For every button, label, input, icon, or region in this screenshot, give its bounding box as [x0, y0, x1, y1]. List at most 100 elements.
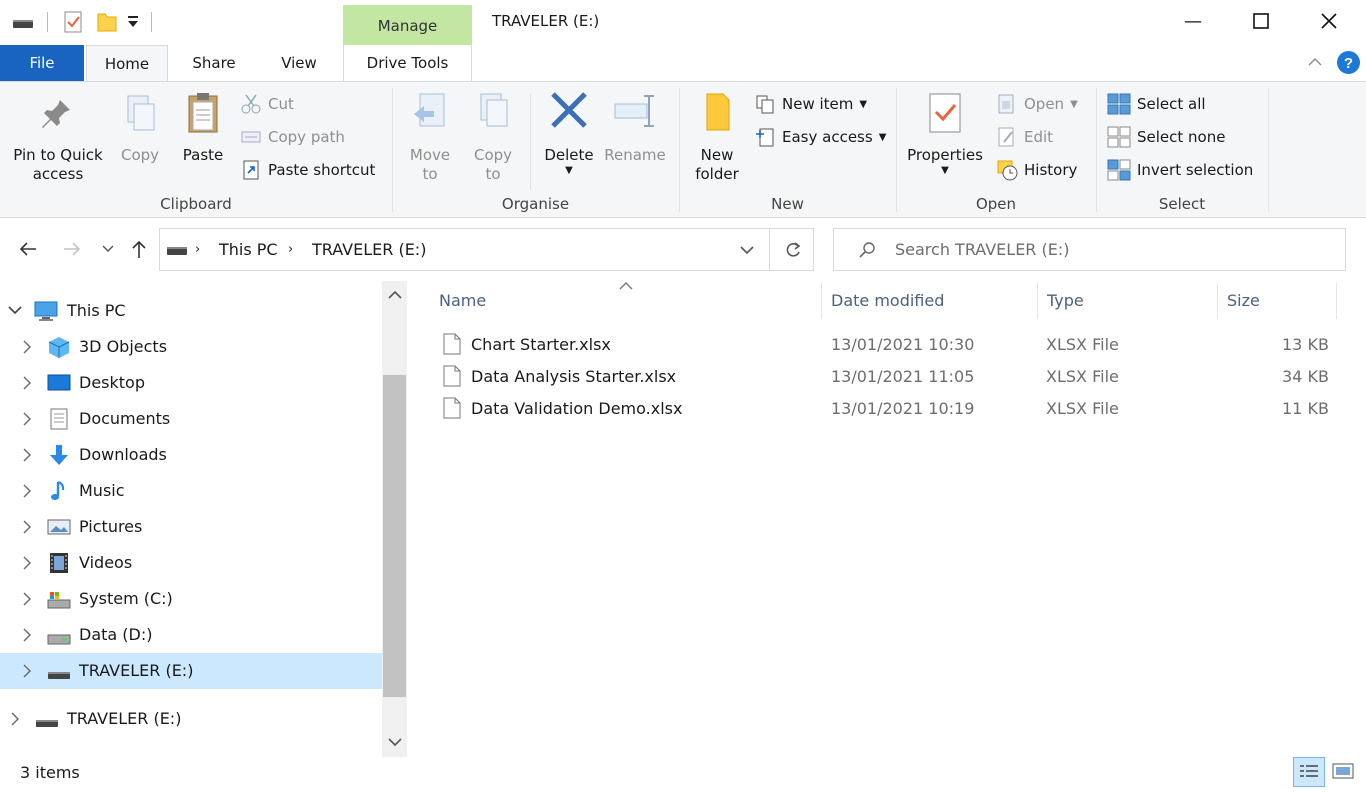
copy-button[interactable]: Copy [114, 90, 166, 165]
back-arrow-icon[interactable] [18, 241, 38, 257]
file-type: XLSX File [1046, 335, 1119, 354]
file-row[interactable]: Data Validation Demo.xlsx 13/01/2021 10:… [437, 393, 1337, 425]
delete-button[interactable]: Delete ▼ [540, 90, 598, 177]
recent-locations-chevron-icon[interactable] [102, 245, 114, 253]
chevron-right-icon[interactable] [22, 556, 32, 570]
tree-item-this-pc[interactable]: This PC [0, 293, 382, 329]
tab-view[interactable]: View [260, 45, 338, 81]
properties-button[interactable]: Properties ▼ [903, 90, 987, 177]
tree-item-traveler-e-root[interactable]: TRAVELER (E:) [0, 701, 382, 737]
column-header-date-modified[interactable]: Date modified [831, 291, 944, 310]
breadcrumb-separator-icon[interactable]: › [288, 242, 293, 257]
drive-icon [13, 20, 33, 28]
column-divider[interactable] [1336, 283, 1337, 319]
breadcrumb-traveler[interactable]: TRAVELER (E:) [312, 240, 426, 259]
column-divider[interactable] [1217, 283, 1218, 319]
paste-button[interactable]: Paste [176, 90, 230, 165]
chevron-down-icon: ▼ [878, 131, 887, 143]
paste-shortcut-button[interactable]: Paste shortcut [240, 156, 375, 184]
pin-to-quick-access-button[interactable]: Pin to Quick access [8, 90, 108, 184]
refresh-icon[interactable] [784, 241, 802, 259]
tree-item-documents[interactable]: Documents [0, 401, 382, 437]
copy-to-button[interactable]: Copy to [466, 90, 520, 184]
file-size: 13 KB [1282, 335, 1329, 354]
group-separator [679, 88, 680, 212]
new-folder-button[interactable]: New folder [690, 90, 744, 184]
tree-label: Music [79, 481, 125, 500]
close-button[interactable] [1295, 0, 1363, 42]
chevron-right-icon[interactable] [22, 664, 32, 678]
invert-selection-button[interactable]: Invert selection [1107, 156, 1253, 184]
select-all-button[interactable]: Select all [1107, 90, 1206, 118]
tree-item-videos[interactable]: Videos [0, 545, 382, 581]
chevron-down-icon[interactable] [8, 305, 22, 315]
forward-arrow-icon[interactable] [62, 241, 82, 257]
maximize-button[interactable] [1227, 0, 1295, 42]
tree-item-data-d[interactable]: Data (D:) [0, 617, 382, 653]
chevron-right-icon[interactable] [22, 412, 32, 426]
large-icons-view-button[interactable] [1328, 757, 1360, 787]
column-header-type[interactable]: Type [1047, 291, 1084, 310]
chevron-right-icon[interactable] [22, 520, 32, 534]
chevron-right-icon[interactable] [10, 712, 20, 726]
edit-button[interactable]: Edit [996, 123, 1053, 151]
details-view-button[interactable] [1293, 757, 1325, 787]
properties-icon[interactable] [63, 10, 83, 34]
tree-item-downloads[interactable]: Downloads [0, 437, 382, 473]
breadcrumb-separator-icon[interactable]: › [195, 242, 200, 257]
history-button[interactable]: History [996, 156, 1077, 184]
open-button[interactable]: Open ▼ [996, 90, 1078, 118]
chevron-right-icon[interactable] [22, 340, 32, 354]
address-divider [769, 229, 770, 270]
usb-drive-icon [48, 672, 70, 679]
column-divider[interactable] [1037, 283, 1038, 319]
tab-share[interactable]: Share [168, 45, 260, 81]
breadcrumb-this-pc[interactable]: This PC [219, 240, 278, 259]
move-to-button[interactable]: Move to [403, 90, 457, 184]
select-all-icon [1107, 93, 1131, 115]
tab-drive-tools[interactable]: Drive Tools [343, 45, 472, 81]
easy-access-button[interactable]: Easy access ▼ [754, 123, 886, 151]
help-icon[interactable]: ? [1336, 50, 1361, 75]
select-none-button[interactable]: Select none [1107, 123, 1225, 151]
new-item-label: New item [782, 95, 854, 113]
chevron-right-icon[interactable] [22, 592, 32, 606]
up-arrow-icon[interactable] [130, 239, 148, 259]
qat-customize-icon[interactable] [126, 14, 140, 30]
tree-item-desktop[interactable]: Desktop [0, 365, 382, 401]
new-folder-icon[interactable] [96, 10, 118, 34]
new-item-button[interactable]: New item ▼ [754, 90, 867, 118]
chevron-up-icon[interactable] [1307, 56, 1323, 68]
chevron-right-icon[interactable] [22, 448, 32, 462]
title-bar: Manage TRAVELER (E:) — [0, 0, 1366, 45]
search-box[interactable]: Search TRAVELER (E:) [833, 228, 1346, 271]
tab-manage[interactable]: Manage [343, 5, 472, 45]
column-header-name[interactable]: Name [439, 291, 486, 310]
address-dropdown-icon[interactable] [740, 246, 754, 255]
column-header-size[interactable]: Size [1227, 291, 1260, 310]
minimize-button[interactable]: — [1159, 0, 1227, 42]
tree-item-3d-objects[interactable]: 3D Objects [0, 329, 382, 365]
sort-ascending-icon [619, 282, 633, 290]
file-row[interactable]: Chart Starter.xlsx 13/01/2021 10:30 XLSX… [437, 329, 1337, 361]
cut-button[interactable]: Cut [240, 90, 294, 118]
status-bar: 3 items [0, 757, 1366, 793]
file-row[interactable]: Data Analysis Starter.xlsx 13/01/2021 11… [437, 361, 1337, 393]
address-bar[interactable]: › This PC › TRAVELER (E:) [159, 228, 814, 271]
tree-item-pictures[interactable]: Pictures [0, 509, 382, 545]
paste-shortcut-label: Paste shortcut [268, 161, 376, 179]
chevron-right-icon[interactable] [22, 376, 32, 390]
scroll-down-icon[interactable] [388, 737, 402, 747]
tab-home[interactable]: Home [86, 45, 168, 82]
chevron-right-icon[interactable] [22, 628, 32, 642]
tree-item-music[interactable]: Music [0, 473, 382, 509]
tree-item-traveler-e[interactable]: TRAVELER (E:) [0, 653, 382, 689]
chevron-right-icon[interactable] [22, 484, 32, 498]
column-divider[interactable] [821, 283, 822, 319]
copy-path-button[interactable]: Copy path [240, 123, 345, 151]
tree-item-system-c[interactable]: System (C:) [0, 581, 382, 617]
scroll-up-icon[interactable] [388, 290, 402, 300]
rename-button[interactable]: Rename [601, 90, 669, 165]
nav-pane-scroll-thumb[interactable] [383, 375, 406, 697]
tab-file[interactable]: File [0, 45, 84, 81]
